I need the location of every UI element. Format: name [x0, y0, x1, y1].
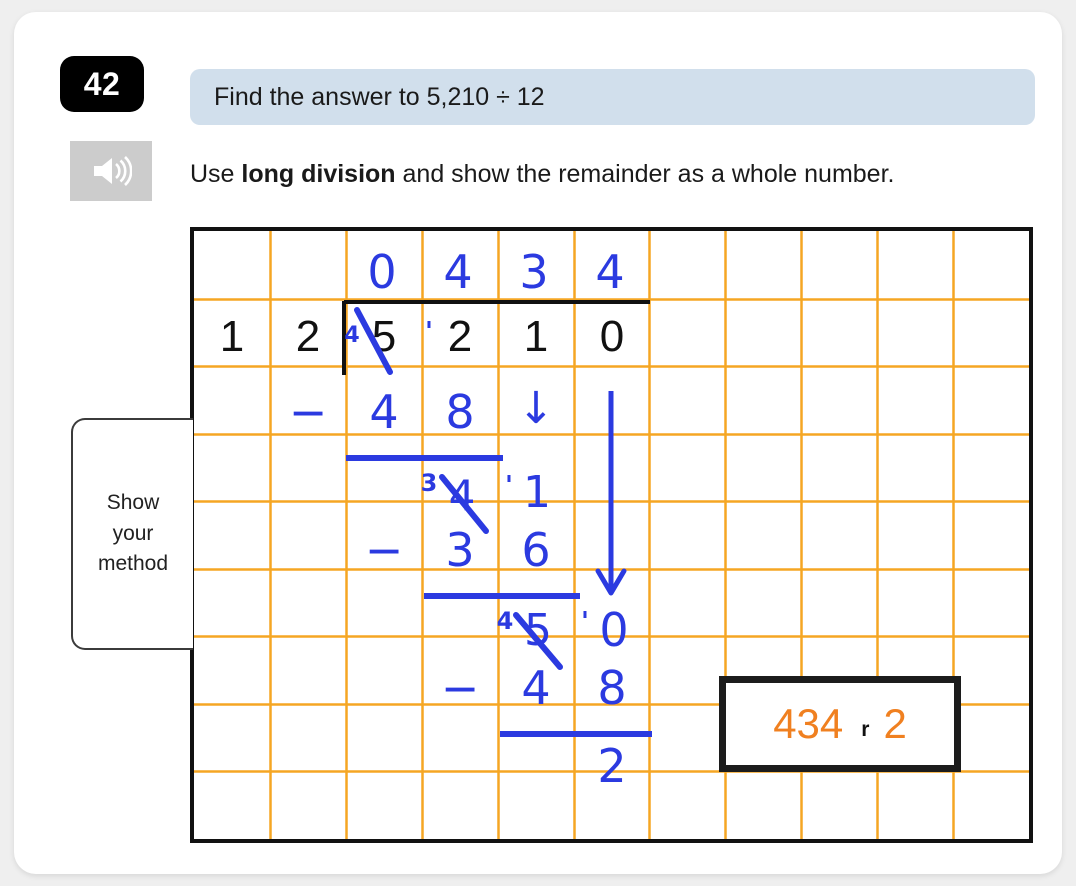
answer-r-label: r	[861, 718, 870, 741]
instruction-prefix: Use	[190, 160, 242, 188]
speaker-glyph	[94, 156, 132, 186]
answer-box[interactable]: 434 r 2	[719, 676, 961, 772]
page-root: 42 Find the answer to 5,210 ÷ 12 Use lon…	[0, 0, 1076, 886]
speaker-icon[interactable]	[70, 141, 152, 201]
question-banner: Find the answer to 5,210 ÷ 12	[190, 69, 1035, 125]
show-your-method-tab[interactable]: Show your method	[71, 418, 193, 650]
question-card: 42 Find the answer to 5,210 ÷ 12 Use lon…	[14, 12, 1062, 874]
question-number-badge: 42	[60, 56, 144, 112]
instruction-text: Use long division and show the remainder…	[190, 160, 1050, 189]
question-number: 42	[83, 65, 121, 102]
answer-remainder: 2	[883, 700, 907, 747]
show-your-method-label: Show your method	[97, 491, 169, 576]
question-banner-text: Find the answer to 5,210 ÷ 12	[214, 82, 545, 111]
answer-quotient: 434	[773, 700, 844, 747]
final-remainder: 2	[597, 739, 627, 793]
instruction-suffix: and show the remainder as a whole number…	[395, 160, 895, 188]
instruction-bold: long division	[241, 160, 396, 188]
